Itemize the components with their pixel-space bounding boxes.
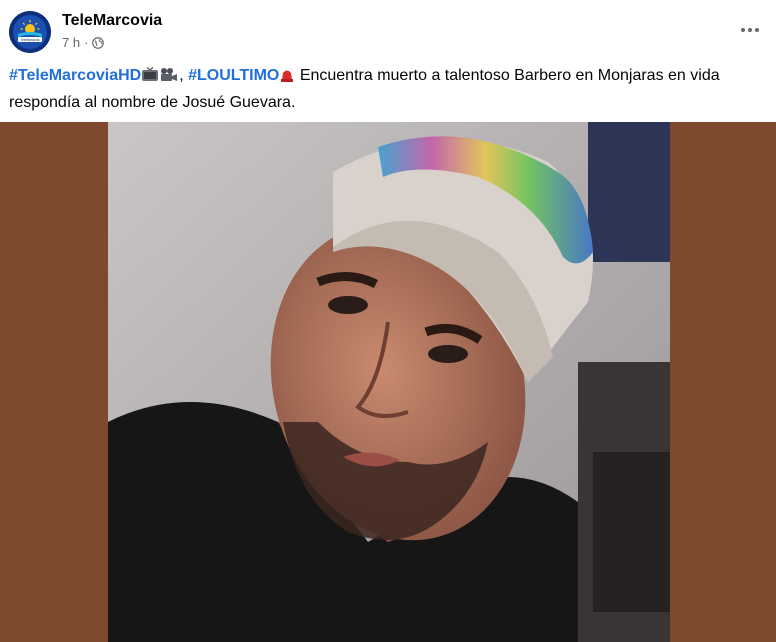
hashtag-telemarcoviahd[interactable]: #TeleMarcoviaHD [9, 67, 141, 84]
red-siren-icon [279, 67, 295, 91]
more-options-button[interactable] [736, 18, 764, 42]
post-meta: 7 h · [62, 35, 105, 50]
tv-icon [141, 67, 159, 91]
movie-camera-icon [159, 67, 179, 91]
avatar-logo-text: TeleMarcovia [21, 38, 40, 42]
globe-icon[interactable] [92, 36, 105, 49]
post-body-line-1: Encuentra muerto a talentoso Barbero en … [299, 67, 720, 84]
facebook-post: TeleMarcovia TeleMarcovia 7 h · #TeleMar… [0, 0, 776, 642]
post-header: TeleMarcovia TeleMarcovia 7 h · [0, 0, 776, 62]
more-horizontal-icon [741, 28, 759, 32]
page-name-link[interactable]: TeleMarcovia [62, 12, 162, 30]
post-body-line-2: respondía al nombre de Josué Guevara. [9, 94, 296, 111]
meta-separator: · [84, 35, 89, 50]
post-timestamp[interactable]: 7 h [62, 35, 80, 50]
post-text: #TeleMarcoviaHD, #LOULTIMO Encuentra mue… [9, 64, 769, 115]
post-photo[interactable] [108, 122, 670, 642]
telemarcovia-logo-icon: TeleMarcovia [9, 11, 51, 53]
text-comma: , [179, 67, 184, 84]
man-selfie-photo [108, 122, 670, 642]
hashtag-loultimo[interactable]: #LOULTIMO [188, 67, 279, 84]
page-avatar[interactable]: TeleMarcovia [9, 11, 51, 53]
